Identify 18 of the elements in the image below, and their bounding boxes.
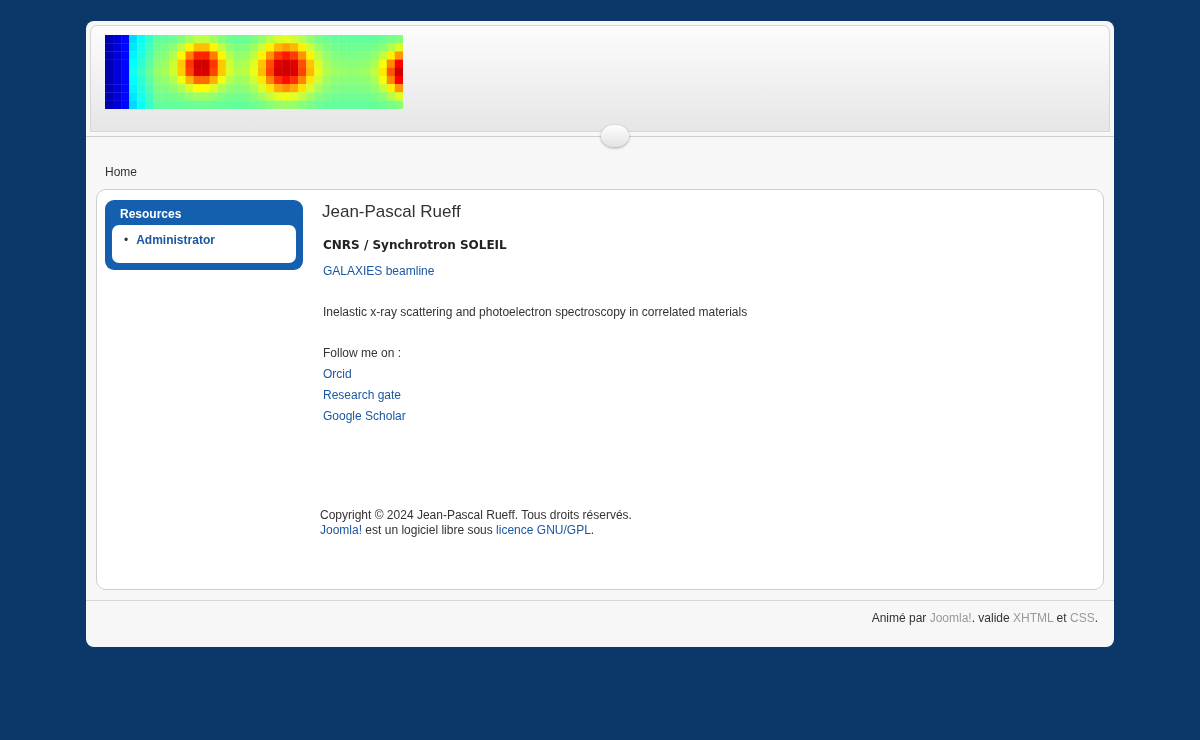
- profile-link[interactable]: Google Scholar: [323, 409, 406, 423]
- profile-link[interactable]: Orcid: [323, 367, 352, 381]
- powered-by-text: Animé par Joomla!. valide XHTML et CSS.: [871, 611, 1098, 625]
- breadcrumb: Home: [105, 165, 138, 179]
- menu-link[interactable]: Administrator: [136, 233, 215, 247]
- text-link[interactable]: licence GNU/GPL: [496, 523, 591, 537]
- profile-link[interactable]: Research gate: [323, 388, 402, 402]
- description-text: Inelastic x-ray scattering and photoelectron spectroscopy in correlated materials: [323, 305, 749, 319]
- follow-label: Follow me on :: [323, 346, 403, 360]
- beamline-link[interactable]: GALAXIES beamline: [323, 264, 435, 278]
- affiliation-text: CNRS / Synchrotron SOLEIL: [323, 238, 508, 252]
- article-title: Jean-Pascal Rueff: [322, 202, 462, 222]
- copyright-text: Copyright © 2024 Jean-Pascal Rueff. Tous droits réservés.: [320, 508, 633, 522]
- toggle-handle[interactable]: [601, 125, 629, 147]
- text-link[interactable]: Joomla!: [320, 523, 363, 537]
- module-title: Resources: [119, 206, 183, 223]
- license-text: Joomla! est un logiciel libre sous licence GNU/GPL.: [320, 523, 596, 537]
- bullet: •: [124, 233, 129, 247]
